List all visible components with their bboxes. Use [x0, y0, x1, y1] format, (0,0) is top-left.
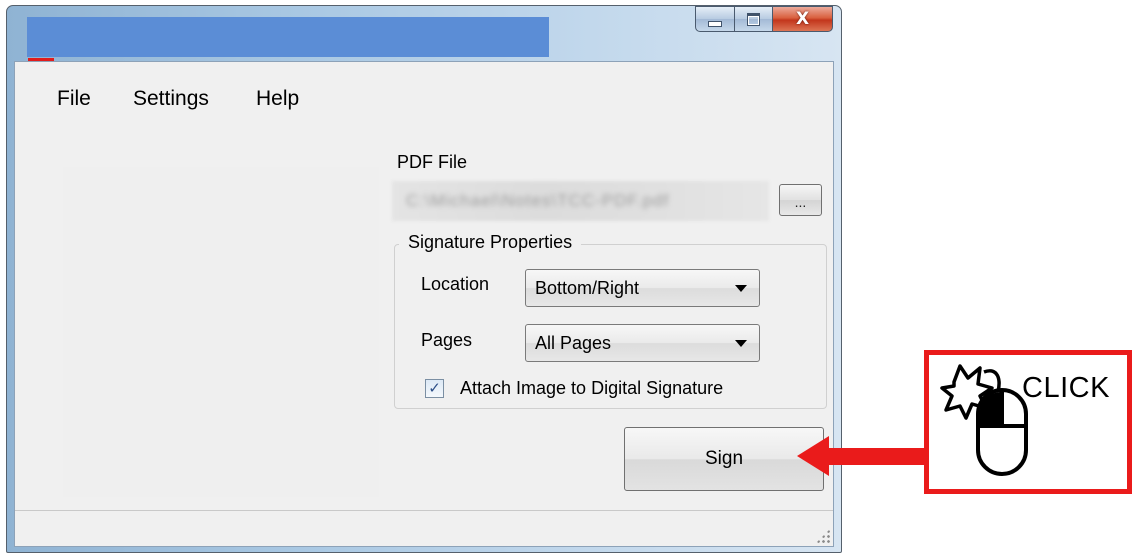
location-label: Location [421, 274, 490, 294]
sign-button[interactable]: Sign [624, 427, 824, 491]
resize-grip-icon[interactable] [816, 529, 830, 543]
location-dropdown[interactable]: Bottom/Right [525, 269, 760, 307]
minimize-icon [708, 21, 722, 27]
browse-button[interactable]: ... [779, 184, 822, 216]
annotation-arrow-shaft [826, 448, 928, 465]
menu-settings[interactable]: Settings [133, 87, 209, 111]
maximize-icon [747, 12, 760, 26]
chevron-down-icon [735, 285, 747, 292]
menu-help[interactable]: Help [256, 87, 299, 111]
title-bar[interactable]: X [7, 6, 841, 61]
pdf-file-label: PDF File [397, 152, 468, 172]
signature-properties-title: Signature Properties [399, 232, 582, 253]
annotation-arrow-head [797, 436, 829, 476]
chevron-down-icon [735, 340, 747, 347]
location-value: Bottom/Right [535, 278, 640, 298]
client-area: File Settings Help PDF File C:\Michael\N… [14, 61, 834, 547]
pages-value: All Pages [535, 333, 612, 353]
app-window: X File Settings Help PDF File C:\Michael… [6, 5, 842, 553]
status-bar [15, 510, 833, 546]
window-title-redacted [27, 17, 549, 57]
checkmark-icon: ✓ [428, 379, 441, 397]
maximize-button[interactable] [735, 6, 773, 32]
pages-dropdown[interactable]: All Pages [525, 324, 760, 362]
pdf-file-field[interactable]: C:\Michael\Notes\TCC-PDF.pdf [392, 181, 769, 221]
pages-label: Pages [421, 330, 473, 350]
close-icon: X [795, 9, 810, 29]
pdf-file-path: C:\Michael\Notes\TCC-PDF.pdf [406, 191, 670, 210]
left-panel [63, 167, 379, 497]
click-label: CLICK [1022, 372, 1110, 404]
attach-image-checkbox[interactable]: ✓ [425, 379, 444, 398]
caption-buttons: X [695, 6, 833, 34]
minimize-button[interactable] [695, 6, 735, 32]
close-button[interactable]: X [773, 6, 833, 32]
attach-image-label[interactable]: Attach Image to Digital Signature [460, 378, 723, 399]
menu-bar: File Settings Help [15, 62, 833, 110]
menu-file[interactable]: File [57, 87, 91, 111]
